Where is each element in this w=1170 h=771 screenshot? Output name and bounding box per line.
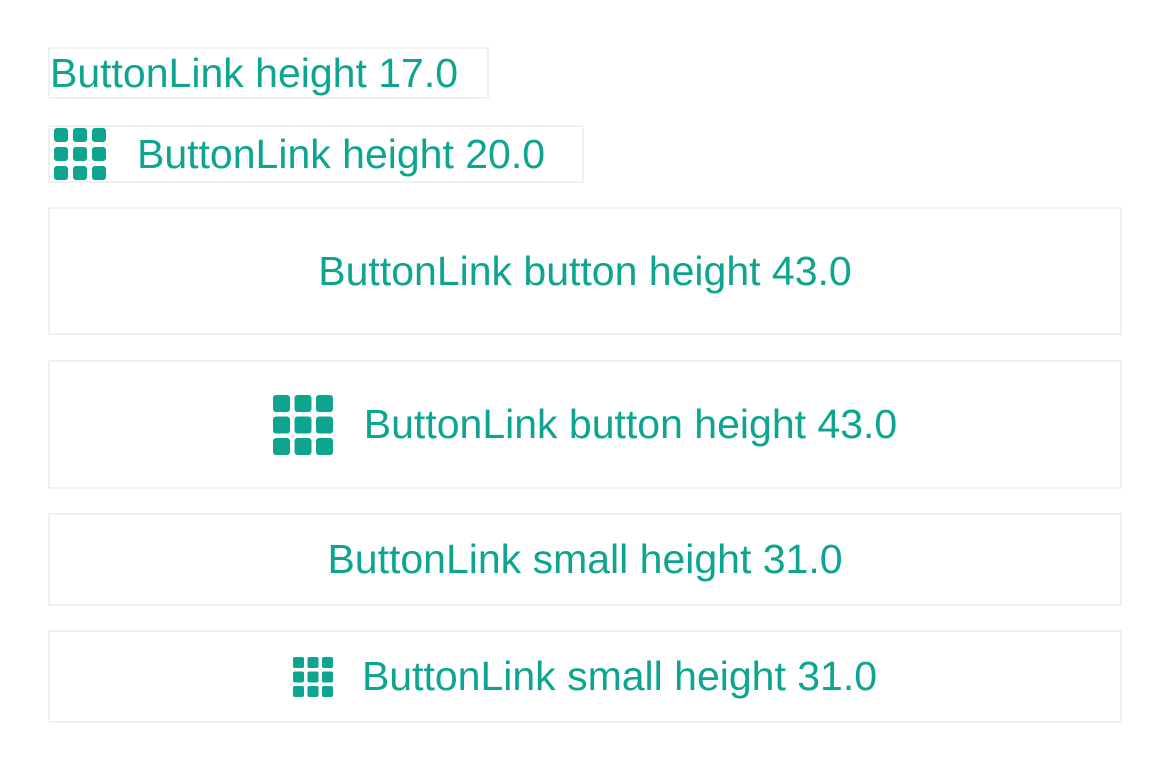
grid-icon bbox=[292, 656, 333, 697]
button-link-label: ButtonLink button height 43.0 bbox=[363, 401, 898, 447]
button-link-label: ButtonLink height 20.0 bbox=[137, 130, 546, 177]
grid-icon bbox=[54, 128, 106, 180]
button-link-button[interactable]: ButtonLink button height 43.0 bbox=[48, 207, 1122, 335]
button-link-button-with-icon[interactable]: ButtonLink button height 43.0 bbox=[48, 360, 1122, 489]
button-link-small[interactable]: ButtonLink small height 31.0 bbox=[48, 513, 1122, 606]
button-link-small-with-icon[interactable]: ButtonLink small height 31.0 bbox=[48, 630, 1122, 723]
button-link-label: ButtonLink button height 43.0 bbox=[318, 247, 852, 294]
button-link-label: ButtonLink small height 31.0 bbox=[361, 653, 878, 699]
grid-icon bbox=[272, 394, 333, 455]
button-link-height-17[interactable]: ButtonLink height 17.0 bbox=[48, 47, 489, 99]
button-link-height-20-with-icon[interactable]: ButtonLink height 20.0 bbox=[48, 125, 584, 183]
button-link-label: ButtonLink small height 31.0 bbox=[327, 536, 843, 582]
button-link-label: ButtonLink height 17.0 bbox=[50, 49, 459, 96]
